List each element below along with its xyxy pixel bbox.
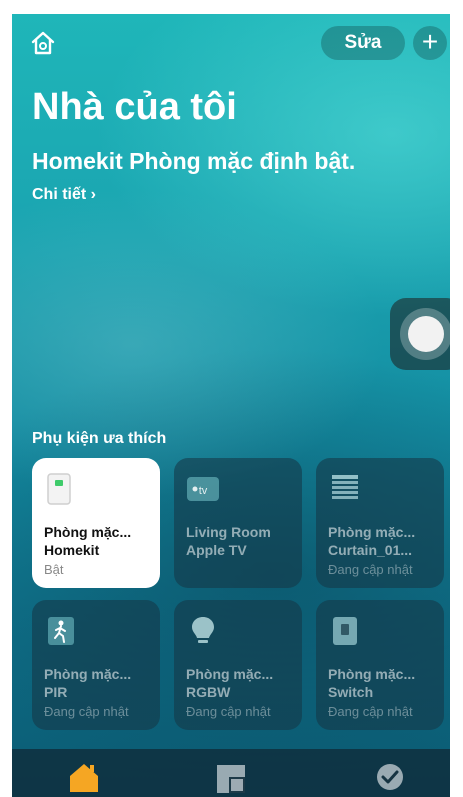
curtain-icon	[332, 475, 358, 499]
accessory-tile-curtain[interactable]: Phòng mặc... Curtain_01... Đang cập nhật	[316, 458, 444, 588]
tile-status-label: Đang cập nhật	[328, 562, 413, 577]
tab-bar	[12, 749, 450, 797]
accessory-tile-rgbw[interactable]: Phòng mặc... RGBW Đang cập nhật	[174, 600, 302, 730]
tile-accessory-label: Switch	[328, 684, 374, 700]
rooms-tab-icon[interactable]	[213, 759, 249, 795]
assistive-touch-button[interactable]	[390, 298, 450, 370]
favorites-section-title: Phụ kiện ưa thích	[32, 430, 167, 447]
svg-text:tv: tv	[199, 485, 208, 497]
tile-accessory-label: RGBW	[186, 684, 231, 700]
tile-accessory-label: Curtain_01...	[328, 542, 413, 558]
tile-accessory-label: Homekit	[44, 542, 100, 558]
tile-room-label: Phòng mặc...	[328, 666, 416, 682]
tile-status-label: Bật	[44, 562, 64, 577]
apple-tv-icon: tv	[187, 477, 219, 501]
accessory-tile-switch[interactable]: Phòng mặc... Switch Đang cập nhật	[316, 600, 444, 730]
tile-status-label: Đang cập nhật	[328, 704, 413, 719]
motion-sensor-icon	[48, 617, 74, 645]
switch-icon	[333, 617, 357, 645]
home-status-summary: Homekit Phòng mặc định bật.	[32, 148, 356, 174]
assistive-touch-dot	[408, 316, 444, 352]
accessory-tile-apple-tv[interactable]: tv Living Room Apple TV	[174, 458, 302, 588]
tile-room-label: Phòng mặc...	[328, 524, 416, 540]
tile-accessory-label: Apple TV	[186, 542, 247, 558]
tile-room-label: Phòng mặc...	[44, 524, 132, 540]
tile-room-label: Phòng mặc...	[186, 666, 274, 682]
page-title: Nhà của tôi	[32, 86, 237, 128]
details-link[interactable]: Chi tiết ›	[32, 186, 96, 204]
automation-tab-icon[interactable]	[372, 759, 408, 795]
lightbulb-icon	[192, 617, 214, 643]
accessory-tile-pir[interactable]: Phòng mặc... PIR Đang cập nhật	[32, 600, 160, 730]
home-tab-icon[interactable]	[66, 759, 102, 795]
tile-accessory-label: PIR	[44, 684, 68, 700]
tile-room-label: Phòng mặc...	[44, 666, 132, 682]
outlet-icon	[47, 473, 71, 505]
add-button[interactable]: +	[413, 26, 447, 60]
edit-button[interactable]: Sửa	[321, 26, 405, 60]
tile-room-label: Living Room	[186, 524, 271, 540]
tile-status-label: Đang cập nhật	[186, 704, 271, 719]
accessory-tile-homekit[interactable]: Phòng mặc... Homekit Bật	[32, 458, 160, 588]
top-bar: Sửa +	[12, 14, 450, 74]
home-settings-icon[interactable]	[30, 30, 56, 56]
home-app-screen: Sửa + Nhà của tôi Homekit Phòng mặc định…	[12, 14, 450, 797]
tile-status-label: Đang cập nhật	[44, 704, 129, 719]
